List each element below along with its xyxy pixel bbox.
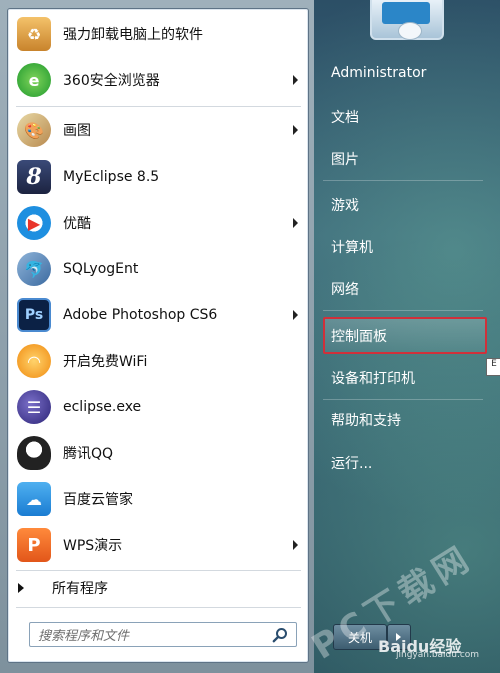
search-box[interactable]: 搜索程序和文件 (29, 622, 297, 647)
program-label: eclipse.exe (63, 399, 142, 415)
submenu-arrow-icon[interactable] (293, 540, 298, 550)
submenu-arrow-icon[interactable] (293, 125, 298, 135)
program-label: 开启免费WiFi (63, 354, 148, 370)
program-item-myeclipse[interactable]: 8 MyEclipse 8.5 (8, 155, 306, 199)
right-item-devices-printers[interactable]: 设备和打印机 (331, 368, 415, 388)
search-icon[interactable] (272, 627, 288, 643)
youku-icon: ▶ (17, 206, 51, 240)
qq-penguin-icon (17, 436, 51, 470)
expand-arrow-icon (18, 583, 24, 593)
uninstall-box-icon: ♻ (17, 17, 51, 51)
program-item-baidu-cloud[interactable]: ☁ 百度云管家 (8, 477, 306, 521)
user-picture[interactable] (370, 0, 444, 40)
all-programs-button[interactable]: 所有程序 (18, 576, 298, 600)
baidu-cloud-icon: ☁ (17, 482, 51, 516)
separator (323, 180, 483, 181)
submenu-arrow-icon[interactable] (293, 310, 298, 320)
program-label: MyEclipse 8.5 (63, 169, 160, 185)
right-item-pictures[interactable]: 图片 (331, 149, 359, 169)
paint-palette-icon: 🎨 (17, 113, 51, 147)
watermark-url: jingyan.baidu.com (396, 650, 480, 660)
program-item-paint[interactable]: 🎨 画图 (8, 108, 306, 152)
program-label: 强力卸载电脑上的软件 (63, 27, 203, 43)
program-item-360-browser[interactable]: e 360安全浏览器 (8, 58, 306, 102)
program-label: WPS演示 (63, 538, 123, 554)
submenu-arrow-icon[interactable] (293, 75, 298, 85)
program-label: 画图 (63, 123, 91, 139)
program-label: SQLyogEnt (63, 261, 139, 277)
right-item-documents[interactable]: 文档 (331, 107, 359, 127)
start-menu: ♻ 强力卸载电脑上的软件 e 360安全浏览器 🎨 画图 8 MyEclipse… (0, 0, 500, 673)
program-item-photoshop[interactable]: Ps Adobe Photoshop CS6 (8, 293, 306, 337)
program-item-youku[interactable]: ▶ 优酷 (8, 201, 306, 245)
program-label: 360安全浏览器 (63, 73, 160, 89)
window-edge-fragment: E (486, 358, 500, 376)
submenu-arrow-icon[interactable] (293, 218, 298, 228)
separator (16, 570, 301, 571)
photoshop-icon: Ps (17, 298, 51, 332)
360-browser-icon: e (17, 63, 51, 97)
program-label: 优酷 (63, 216, 91, 232)
program-item-sqlyog[interactable]: 🐬 SQLyogEnt (8, 247, 306, 291)
separator (323, 399, 483, 400)
separator (323, 310, 483, 311)
program-item-qq[interactable]: 腾讯QQ (8, 431, 306, 475)
right-item-help-support[interactable]: 帮助和支持 (331, 410, 401, 430)
program-label: 腾讯QQ (63, 446, 114, 462)
program-item-uninstaller[interactable]: ♻ 强力卸载电脑上的软件 (8, 12, 306, 56)
separator (16, 607, 301, 608)
wifi-icon: ◠ (17, 344, 51, 378)
program-label: Adobe Photoshop CS6 (63, 307, 218, 323)
program-label: 百度云管家 (63, 492, 133, 508)
separator (16, 106, 301, 107)
program-item-free-wifi[interactable]: ◠ 开启免费WiFi (8, 339, 306, 383)
right-item-network[interactable]: 网络 (331, 279, 359, 299)
all-programs-label: 所有程序 (52, 581, 108, 597)
program-item-eclipse[interactable]: ☰ eclipse.exe (8, 385, 306, 429)
right-item-games[interactable]: 游戏 (331, 195, 359, 215)
sqlyog-dolphin-icon: 🐬 (17, 252, 51, 286)
myeclipse-icon: 8 (17, 160, 51, 194)
wps-presentation-icon: P (17, 528, 51, 562)
eclipse-icon: ☰ (17, 390, 51, 424)
search-placeholder[interactable]: 搜索程序和文件 (38, 625, 272, 644)
right-item-user[interactable]: Administrator (331, 65, 426, 81)
right-item-computer[interactable]: 计算机 (331, 237, 373, 257)
program-item-wps[interactable]: P WPS演示 (8, 523, 306, 567)
right-item-run[interactable]: 运行... (331, 453, 372, 473)
right-item-control-panel[interactable]: 控制面板 (331, 326, 387, 346)
